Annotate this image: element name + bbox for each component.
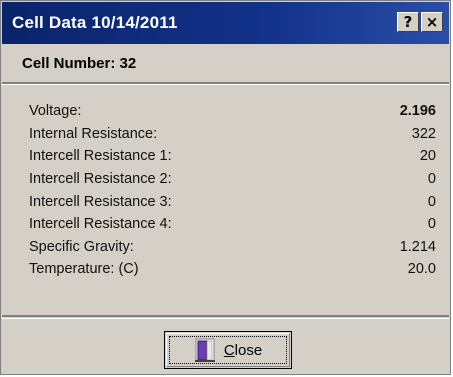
data-row-intercell-resistance-1: Intercell Resistance 1: 20 [29, 145, 436, 168]
data-row-internal-resistance: Internal Resistance: 322 [29, 123, 436, 146]
help-button[interactable]: ? [397, 12, 419, 32]
help-icon: ? [403, 12, 413, 31]
window-close-button[interactable]: × [421, 12, 443, 32]
title-bar-buttons: ? × [397, 12, 443, 32]
data-row-temperature: Temperature: (C) 20.0 [29, 258, 436, 281]
footer-panel: Close [2, 318, 449, 373]
specific-gravity-value: 1.214 [399, 238, 436, 255]
intercell-resistance-1-value: 20 [419, 148, 436, 165]
temperature-label: Temperature: (C) [29, 261, 139, 278]
header-panel: Cell Number: 32 [2, 44, 449, 84]
internal-resistance-value: 322 [411, 125, 436, 142]
intercell-resistance-1-label: Intercell Resistance 1: [29, 148, 172, 165]
data-rows: Voltage: 2.196 Internal Resistance: 322 … [29, 100, 436, 281]
intercell-resistance-4-value: 0 [427, 216, 436, 233]
close-icon: × [425, 12, 439, 31]
temperature-value: 20.0 [407, 261, 436, 278]
cell-data-dialog: Cell Data 10/14/2011 ? × Cell Number: 32… [0, 0, 451, 375]
data-row-intercell-resistance-4: Intercell Resistance 4: 0 [29, 213, 436, 236]
intercell-resistance-3-value: 0 [427, 193, 436, 210]
cell-number-label: Cell Number: 32 [22, 55, 137, 72]
data-row-voltage: Voltage: 2.196 [29, 100, 436, 123]
voltage-label: Voltage: [29, 103, 82, 120]
internal-resistance-label: Internal Resistance: [29, 125, 158, 142]
data-row-specific-gravity: Specific Gravity: 1.214 [29, 236, 436, 259]
specific-gravity-label: Specific Gravity: [29, 238, 134, 255]
voltage-value: 2.196 [399, 103, 436, 120]
window-title: Cell Data 10/14/2011 [12, 13, 178, 32]
data-row-intercell-resistance-2: Intercell Resistance 2: 0 [29, 168, 436, 191]
intercell-resistance-2-label: Intercell Resistance 2: [29, 171, 172, 188]
data-row-intercell-resistance-3: Intercell Resistance 3: 0 [29, 190, 436, 213]
close-button[interactable]: Close [164, 331, 292, 369]
intercell-resistance-4-label: Intercell Resistance 4: [29, 216, 172, 233]
intercell-resistance-3-label: Intercell Resistance 3: [29, 193, 172, 210]
intercell-resistance-2-value: 0 [427, 171, 436, 188]
data-panel: Voltage: 2.196 Internal Resistance: 322 … [2, 84, 449, 317]
focus-rectangle [169, 336, 287, 364]
title-bar[interactable]: Cell Data 10/14/2011 ? × [2, 2, 449, 44]
